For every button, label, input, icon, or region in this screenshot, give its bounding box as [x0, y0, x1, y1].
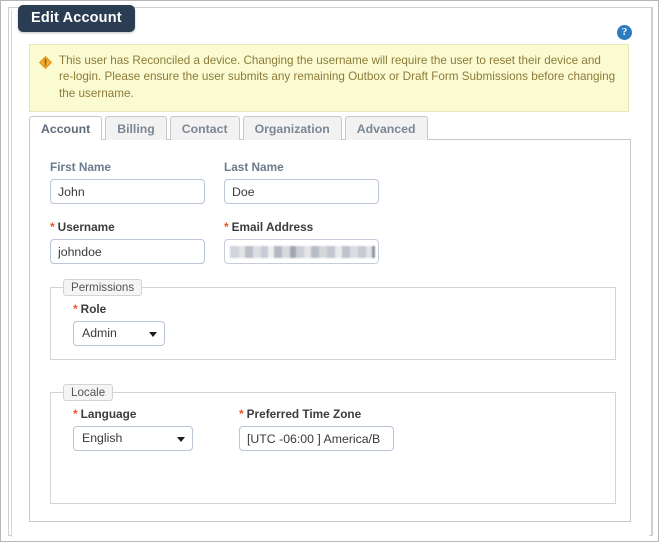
- account-form-panel: This user has Reconciled a device. Chang…: [25, 33, 632, 523]
- email-label: * Email Address: [224, 220, 379, 234]
- tab-advanced-label: Advanced: [356, 122, 416, 136]
- permissions-fieldset: Permissions * Role Admin: [50, 279, 616, 360]
- locale-fieldset: Locale * Language English * Preferred Time…: [50, 384, 616, 504]
- email-label-text: Email Address: [231, 220, 314, 234]
- time-zone-required-marker: *: [239, 407, 244, 421]
- last-name-label: Last Name: [224, 160, 284, 174]
- reconciled-device-warning-banner: This user has Reconciled a device. Chang…: [29, 44, 629, 112]
- chevron-down-icon: [149, 332, 157, 337]
- language-label: * Language: [73, 407, 193, 421]
- role-label-text: Role: [80, 302, 107, 316]
- account-tab-panel: First Name Last Name *Username *Email Ad…: [29, 140, 631, 522]
- username-field-group: * Username: [50, 220, 205, 264]
- language-selected-value: English: [82, 431, 123, 445]
- warning-message-text: This user has Reconciled a device. Chang…: [59, 54, 616, 100]
- username-label: * Username: [50, 220, 205, 234]
- tab-billing-label: Billing: [117, 122, 155, 136]
- tab-billing[interactable]: Billing: [105, 116, 167, 140]
- warning-diamond-icon: [39, 56, 52, 69]
- username-label-text: Username: [57, 220, 115, 234]
- tab-organization[interactable]: Organization: [242, 116, 342, 140]
- redacted-pixelation: [230, 246, 375, 258]
- language-field-group: * Language English: [73, 407, 193, 451]
- username-required-marker: *: [50, 220, 55, 234]
- time-zone-input[interactable]: [239, 426, 394, 451]
- role-required-marker: *: [73, 302, 78, 316]
- email-required-marker: *: [224, 220, 229, 234]
- first-name-label: First Name: [50, 160, 111, 174]
- first-name-input[interactable]: [50, 179, 205, 204]
- role-field-group: * Role Admin: [73, 302, 165, 346]
- tab-advanced[interactable]: Advanced: [344, 116, 428, 140]
- first-name-field-group: First Name: [50, 160, 205, 204]
- role-selected-value: Admin: [82, 326, 117, 340]
- tab-account-label: Account: [41, 122, 91, 136]
- permissions-legend: Permissions: [63, 279, 143, 296]
- edit-account-window: Edit Account ? This user has Reconciled …: [0, 0, 659, 542]
- time-zone-field-group: * Preferred Time Zone: [239, 407, 394, 451]
- language-label-text: Language: [80, 407, 137, 421]
- email-input-redacted[interactable]: [224, 239, 379, 264]
- page-title-badge: Edit Account: [18, 5, 135, 32]
- tab-account[interactable]: Account: [29, 116, 103, 141]
- language-required-marker: *: [73, 407, 78, 421]
- last-name-field-group: Last Name: [224, 160, 379, 204]
- time-zone-label-text: Preferred Time Zone: [246, 407, 362, 421]
- last-name-input[interactable]: [224, 179, 379, 204]
- role-label: * Role: [73, 302, 165, 316]
- username-input[interactable]: [50, 239, 205, 264]
- tab-contact-label: Contact: [181, 122, 228, 136]
- tab-organization-label: Organization: [254, 122, 330, 136]
- account-tab-strip: Account Billing Contact Organization Adv…: [29, 116, 631, 141]
- time-zone-label: * Preferred Time Zone: [239, 407, 394, 421]
- chevron-down-icon: [177, 437, 185, 442]
- email-field-group: * Email Address: [224, 220, 379, 264]
- tab-contact[interactable]: Contact: [169, 116, 240, 140]
- role-select[interactable]: Admin: [73, 321, 165, 346]
- help-icon[interactable]: ?: [617, 25, 632, 40]
- language-select[interactable]: English: [73, 426, 193, 451]
- locale-legend: Locale: [63, 384, 114, 401]
